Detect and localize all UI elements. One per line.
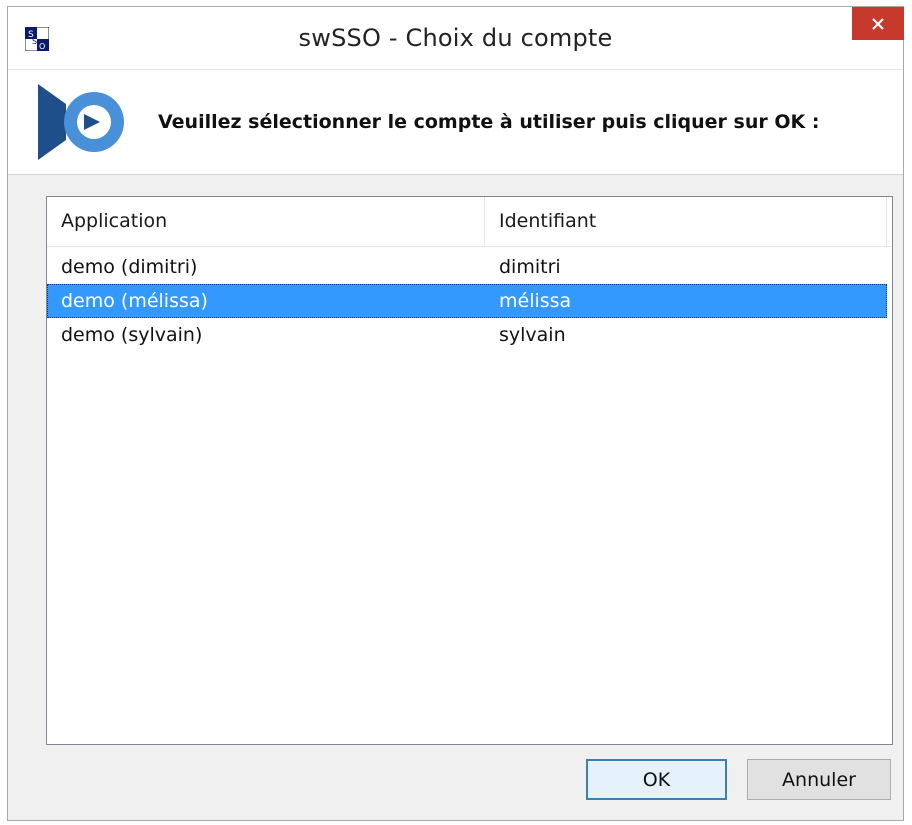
identifiant-cell: dimitri bbox=[499, 256, 561, 278]
column-header-identifiant[interactable]: Identifiant bbox=[485, 197, 887, 246]
column-header-application[interactable]: Application bbox=[47, 197, 485, 246]
list-item[interactable]: demo (sylvain) sylvain bbox=[47, 318, 887, 352]
close-icon bbox=[872, 17, 884, 30]
ok-button[interactable]: OK bbox=[586, 759, 727, 800]
application-cell: demo (mélissa) bbox=[61, 290, 208, 312]
identifiant-cell: mélissa bbox=[499, 290, 572, 312]
window-title: swSSO - Choix du compte bbox=[298, 24, 613, 52]
application-cell: demo (dimitri) bbox=[61, 256, 198, 278]
swsso-logo-icon bbox=[38, 84, 124, 160]
list-item[interactable]: demo (dimitri) dimitri bbox=[47, 250, 887, 284]
list-item-selected[interactable]: demo (mélissa) mélissa bbox=[47, 284, 887, 318]
account-choice-dialog: S S O swSSO - Choix du compte Veuillez s… bbox=[7, 6, 904, 821]
close-button[interactable] bbox=[852, 7, 904, 40]
dialog-header: Veuillez sélectionner le compte à utilis… bbox=[8, 69, 903, 175]
identifiant-cell: sylvain bbox=[499, 324, 566, 346]
cancel-button[interactable]: Annuler bbox=[747, 759, 891, 800]
list-header: Application Identifiant bbox=[47, 197, 892, 247]
title-bar: S S O swSSO - Choix du compte bbox=[8, 7, 904, 69]
instruction-message: Veuillez sélectionner le compte à utilis… bbox=[158, 111, 820, 133]
account-list[interactable]: Application Identifiant demo (dimitri) d… bbox=[46, 196, 893, 745]
application-cell: demo (sylvain) bbox=[61, 324, 203, 346]
